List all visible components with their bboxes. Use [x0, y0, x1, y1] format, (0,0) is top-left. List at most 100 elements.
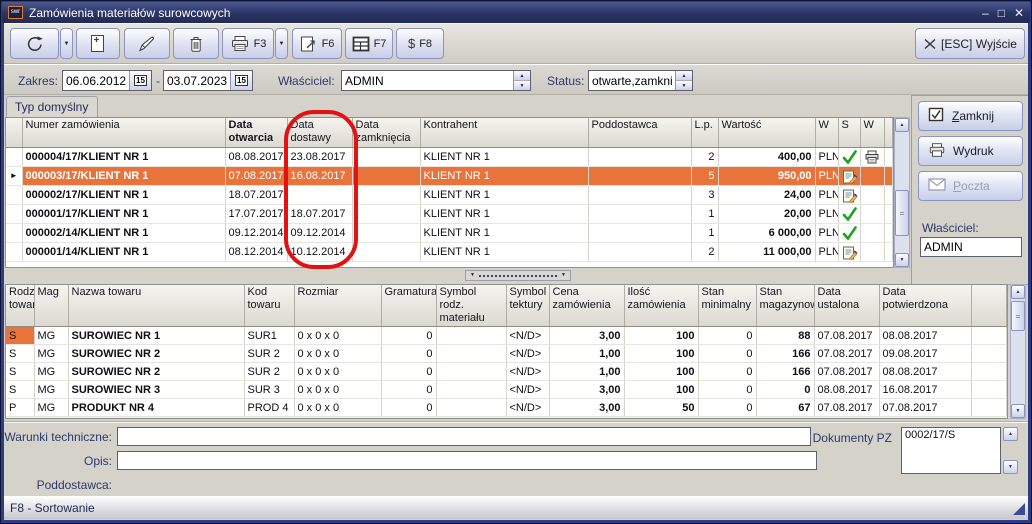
item-cell[interactable]: 100	[624, 327, 698, 345]
item-cell[interactable]: 3,00	[549, 399, 624, 417]
order-cell[interactable]	[838, 166, 860, 185]
date-to-field[interactable]: 15	[163, 70, 253, 91]
order-cell[interactable]	[588, 204, 691, 223]
row-selector[interactable]	[6, 185, 22, 204]
item-cell[interactable]: 08.08.2017	[814, 381, 879, 399]
print-dropdown-button[interactable]: ▼	[275, 28, 288, 59]
order-cell[interactable]: KLIENT NR 1	[420, 204, 588, 223]
item-cell[interactable]: 3,00	[549, 381, 624, 399]
item-cell[interactable]: P	[6, 399, 34, 417]
item-cell[interactable]: <N/D>	[506, 345, 549, 363]
orders-column-header[interactable]: Data dostawy	[287, 118, 352, 147]
order-cell[interactable]	[860, 223, 884, 242]
date-to-input[interactable]	[164, 71, 230, 90]
item-cell[interactable]: 0 x 0 x 0	[294, 381, 381, 399]
order-cell[interactable]: PLN	[815, 242, 838, 261]
orders-column-header[interactable]: Kontrahent	[420, 118, 588, 147]
order-cell[interactable]	[838, 223, 860, 242]
order-cell[interactable]: 000002/17/KLIENT NR 1	[22, 185, 225, 204]
item-cell[interactable]: PRODUKT NR 4	[68, 399, 244, 417]
panel-wlasciciel-input[interactable]	[920, 237, 1022, 257]
grid-view-button[interactable]: F7	[345, 28, 393, 59]
orders-column-header[interactable]: S	[838, 118, 860, 147]
scroll-up-icon[interactable]: ▲	[895, 118, 909, 132]
item-cell[interactable]: SUROWIEC NR 1	[68, 327, 244, 345]
order-cell[interactable]: 23.08.2017	[287, 147, 352, 166]
title-bar[interactable]: swr Zamówienia materiałów surowcowych – …	[2, 2, 1030, 23]
minimize-icon[interactable]: –	[982, 6, 989, 20]
wydruk-button[interactable]: Wydruk	[918, 136, 1023, 166]
row-selector[interactable]	[6, 204, 22, 223]
item-cell[interactable]: 166	[756, 345, 814, 363]
new-button[interactable]	[76, 28, 120, 59]
dokumenty-pz-listbox[interactable]: 0002/17/S	[901, 427, 1001, 474]
order-row[interactable]: 000002/17/KLIENT NR 118.07.2017KLIENT NR…	[6, 185, 893, 204]
row-selector[interactable]	[6, 223, 22, 242]
item-row[interactable]: SMGSUROWIEC NR 2SUR 20 x 0 x 00<N/D>1,00…	[6, 345, 1007, 363]
item-cell[interactable]: 0	[698, 381, 756, 399]
item-cell[interactable]: S	[6, 327, 34, 345]
item-cell[interactable]: 0	[381, 363, 436, 381]
item-cell[interactable]: 0	[381, 399, 436, 417]
order-cell[interactable]: KLIENT NR 1	[420, 223, 588, 242]
item-cell[interactable]: 16.08.2017	[879, 381, 971, 399]
row-selector[interactable]	[6, 242, 22, 261]
item-cell[interactable]: 0 x 0 x 0	[294, 327, 381, 345]
item-cell[interactable]: <N/D>	[506, 399, 549, 417]
item-cell[interactable]: S	[6, 381, 34, 399]
export-button[interactable]: F6	[292, 28, 342, 59]
order-cell[interactable]	[860, 185, 884, 204]
order-cell[interactable]	[352, 204, 420, 223]
order-cell[interactable]: KLIENT NR 1	[420, 242, 588, 261]
item-cell[interactable]: 09.08.2017	[879, 345, 971, 363]
order-cell[interactable]	[838, 147, 860, 166]
order-cell[interactable]	[352, 223, 420, 242]
items-column-header[interactable]: Data ustalona	[814, 285, 879, 327]
order-cell[interactable]: 18.07.2017	[225, 185, 287, 204]
item-cell[interactable]: MG	[34, 399, 68, 417]
item-cell[interactable]	[436, 381, 506, 399]
items-column-header[interactable]: Rozmiar	[294, 285, 381, 327]
order-cell[interactable]: PLN	[815, 147, 838, 166]
payments-button[interactable]: $ F8	[396, 28, 444, 59]
order-cell[interactable]: 950,00	[718, 166, 815, 185]
items-column-header[interactable]: Nazwa towaru	[68, 285, 244, 327]
delete-button[interactable]	[173, 28, 219, 59]
order-row[interactable]: 000001/14/KLIENT NR 108.12.201410.12.201…	[6, 242, 893, 261]
item-cell[interactable]: MG	[34, 327, 68, 345]
scroll-up-icon[interactable]: ▲	[1003, 427, 1018, 441]
item-cell[interactable]: 0	[698, 327, 756, 345]
order-cell[interactable]	[588, 185, 691, 204]
scroll-down-icon[interactable]: ▼	[1003, 460, 1018, 474]
items-column-header[interactable]: Cena zamówienia	[549, 285, 624, 327]
items-column-header[interactable]: Stan minimalny	[698, 285, 756, 327]
calendar-icon[interactable]: 15	[230, 71, 252, 90]
order-cell[interactable]	[860, 242, 884, 261]
order-cell[interactable]: 3	[691, 185, 718, 204]
order-row[interactable]: 000004/17/KLIENT NR 108.08.201723.08.201…	[6, 147, 893, 166]
order-cell[interactable]: PLN	[815, 204, 838, 223]
order-cell[interactable]	[287, 185, 352, 204]
order-cell[interactable]: 24,00	[718, 185, 815, 204]
item-cell[interactable]: SUR1	[244, 327, 294, 345]
edit-button[interactable]	[124, 28, 170, 59]
order-cell[interactable]: 400,00	[718, 147, 815, 166]
warunki-input[interactable]	[117, 427, 811, 446]
calendar-icon[interactable]: 15	[129, 71, 151, 90]
order-cell[interactable]	[838, 204, 860, 223]
order-cell[interactable]: 5	[691, 166, 718, 185]
order-cell[interactable]: 000002/14/KLIENT NR 1	[22, 223, 225, 242]
item-cell[interactable]: 0	[698, 345, 756, 363]
scroll-up-icon[interactable]: ▲	[1011, 285, 1025, 299]
order-cell[interactable]	[838, 242, 860, 261]
item-cell[interactable]: 07.08.2017	[814, 327, 879, 345]
wlasciciel-input[interactable]	[342, 71, 513, 90]
orders-scrollbar[interactable]: ▲ = ▼	[894, 117, 910, 268]
item-cell[interactable]: 1,00	[549, 363, 624, 381]
order-cell[interactable]: KLIENT NR 1	[420, 147, 588, 166]
item-cell[interactable]: 0	[698, 363, 756, 381]
items-column-header[interactable]: Gramatura	[381, 285, 436, 327]
item-cell[interactable]: 07.08.2017	[814, 345, 879, 363]
table-splitter[interactable]: ▼ ▼	[465, 270, 571, 281]
zamknij-button[interactable]: Zamknij	[918, 101, 1023, 131]
